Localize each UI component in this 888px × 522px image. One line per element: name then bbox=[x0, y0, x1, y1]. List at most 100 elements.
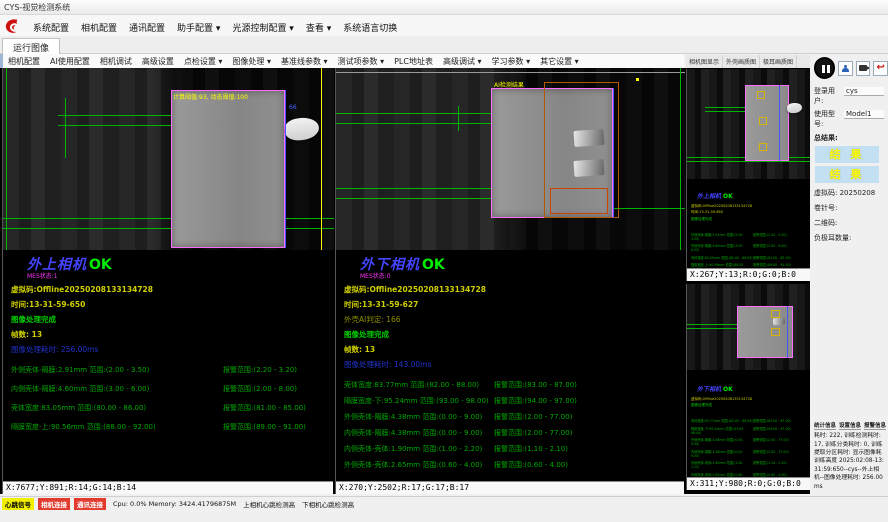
result-box-lower: 结 果 bbox=[815, 166, 879, 183]
toolbar-item[interactable]: 其它设置 ▾ bbox=[535, 55, 584, 68]
toolbar-item[interactable]: 相机配置 bbox=[3, 55, 45, 68]
alarm-range: 报警范围:(81.00 - 85.00) bbox=[753, 255, 791, 260]
measurement-list: 壳体宽度:83.77mm 范围:(82.00 - 88.00) 报警范围:(83… bbox=[344, 380, 682, 470]
alarm-range: 报警范围:(89.00 - 91.00) bbox=[223, 422, 306, 432]
electrode-tab bbox=[573, 159, 604, 177]
alarm-range: 报警范围:(2.00 - 77.00) bbox=[494, 412, 572, 422]
coordinate-readout-lower: X:270;Y:2502;R:17;G:17;B:17 bbox=[336, 481, 684, 494]
green-guide-line bbox=[458, 106, 459, 131]
menu-item[interactable]: 系统语言切换 bbox=[337, 22, 403, 36]
comm-link-badge: 通讯连接 bbox=[74, 498, 106, 510]
tab-strip: 运行图像 bbox=[0, 36, 888, 54]
measurement-list: 外侧壳体-隔膜:2.91mm 范围:(2.00 - 3.50) 报警范围:(2.… bbox=[11, 365, 331, 432]
measurement-row: 壳体宽度:83.77mm 范围:(82.00 - 88.00) 报警范围:(83… bbox=[344, 380, 682, 390]
yellow-dot-marker bbox=[636, 78, 639, 81]
measurement-row: 内侧壳体-隔膜:4.38mm 范围:(0.00 - 9.00) 报警范围:(2.… bbox=[344, 428, 682, 438]
exit-button[interactable]: ↩ bbox=[873, 61, 888, 76]
alarm-range: 报警范围:(2.00 - 77.00) bbox=[753, 437, 789, 446]
camera-image-lower[interactable]: AI检测结果 bbox=[336, 68, 685, 250]
measurement-row: 壳体宽度:83.05mm 范围:(80.00 - 86.00) 报警范围:(81… bbox=[11, 403, 331, 413]
green-guide-line bbox=[336, 198, 491, 199]
green-guide-line bbox=[687, 161, 810, 162]
window-title: CYS-视觉检测系统 bbox=[4, 3, 70, 12]
menu-item[interactable]: 通讯配置 bbox=[123, 22, 171, 36]
login-user-field: 登录用户: cys bbox=[814, 86, 888, 106]
measurement-row: 隔膜宽度-下:95.24mm 范围:(93.00 - 98.00) 报警范围:(… bbox=[691, 426, 808, 435]
camera-panel-upper: 计算阈值:93, 动态阈值:100 66 外上相机OK MES状态:1 虚拟码:… bbox=[2, 68, 333, 494]
blue-measure-line bbox=[613, 88, 614, 218]
needle-number-label: 卷针号: bbox=[814, 203, 888, 213]
alarm-range: 报警范围:(83.00 - 87.00) bbox=[494, 380, 577, 390]
menu-item[interactable]: 光源控制配置 ▾ bbox=[226, 22, 299, 36]
menu-items: 系统配置相机配置通讯配置助手配置 ▾光源控制配置 ▾查看 ▾系统语言切换 bbox=[27, 16, 403, 35]
tab-run-image[interactable]: 运行图像 bbox=[2, 38, 60, 54]
user-icon bbox=[842, 65, 849, 72]
alarm-range: 报警范围:(2.00 - 8.00) bbox=[223, 384, 297, 394]
green-guide-line bbox=[705, 107, 745, 108]
measurement-row: 内侧壳体-隔膜:4.38mm 范围:(0.00 - 9.00) 报警范围:(2.… bbox=[691, 449, 808, 458]
user-button[interactable] bbox=[838, 61, 853, 76]
coordinate-readout-upper: X:7677;Y:891;R:14;G:14;B:14 bbox=[3, 481, 333, 494]
info-tab[interactable]: 报警信息 bbox=[864, 421, 886, 430]
result-box-upper: 结 果 bbox=[815, 146, 879, 163]
toolbar-item[interactable]: 点检设置 ▾ bbox=[179, 55, 228, 68]
menu-item[interactable]: 查看 ▾ bbox=[300, 22, 337, 36]
thumbnail-tab[interactable]: 极耳画质图 bbox=[760, 55, 797, 68]
camera-link-badge: 相机连接 bbox=[38, 498, 70, 510]
capture-time: 时间:13-31-59-650 bbox=[691, 210, 808, 215]
camera-image-upper[interactable]: 计算阈值:93, 动态阈值:100 66 bbox=[3, 68, 334, 250]
model-value[interactable]: Model1 bbox=[844, 110, 884, 119]
frame-count: 帧数: 13 bbox=[344, 344, 682, 355]
measurement-row: 壳体宽度:83.05mm 范围:(80.00 - 86.00) 报警范围:(81… bbox=[691, 255, 808, 260]
status-bar: 心跳信号 相机连接 通讯连接 Cpu: 0.0% Memory: 3424.41… bbox=[0, 496, 888, 510]
toolbar-item[interactable]: 高级调试 ▾ bbox=[438, 55, 487, 68]
info-tab[interactable]: 统计信息 bbox=[814, 421, 836, 430]
process-done: 图像处理完成 bbox=[691, 403, 808, 408]
alarm-range: 报警范围:(83.00 - 87.00) bbox=[753, 418, 791, 423]
measurement-value: 外侧壳体-隔膜:2.91mm 范围:(2.00 - 3.50) bbox=[691, 232, 753, 241]
toolbar-item[interactable]: 测试项参数 ▾ bbox=[333, 55, 390, 68]
toolbar-item[interactable]: 基准线参数 ▾ bbox=[276, 55, 333, 68]
yellow-reference-line bbox=[321, 68, 322, 250]
camera-result-text-upper: 外上相机OK MES状态:1 虚拟码:Offline20250208133134… bbox=[11, 254, 331, 432]
toolbar-item[interactable]: 相机调试 bbox=[95, 55, 137, 68]
right-sidebar: ↩ 登录用户: cys 使用型号: Model1 总结果: 结 果 结 果 虚拟… bbox=[812, 55, 888, 493]
measurement-value: 内侧壳体-壳体:1.90mm 范围:(1.00 - 2.20) bbox=[344, 444, 494, 454]
green-guide-line bbox=[58, 125, 172, 126]
green-guide-line bbox=[65, 98, 66, 158]
threshold-annotation: 计算阈值:93, 动态阈值:100 bbox=[173, 92, 248, 101]
toolbar-item[interactable]: 高级设置 bbox=[137, 55, 179, 68]
toolbar-item[interactable]: 图像处理 ▾ bbox=[227, 55, 276, 68]
measurement-value: 外侧壳体-隔膜:2.91mm 范围:(2.00 - 3.50) bbox=[11, 365, 223, 375]
thumbnail-image bbox=[687, 284, 810, 370]
frame-count: 帧数: 13 bbox=[11, 329, 331, 340]
pause-button[interactable] bbox=[814, 57, 835, 79]
thumbnail-tab[interactable]: 外壳画质图 bbox=[723, 55, 760, 68]
virtual-code: 虚拟码:Offline20250208133134728 bbox=[344, 284, 682, 295]
camera-settings-button[interactable] bbox=[856, 61, 871, 76]
info-tab[interactable]: 设置信息 bbox=[839, 421, 861, 430]
menu-item[interactable]: 系统配置 bbox=[27, 22, 75, 36]
measurement-row: 外侧壳体-隔膜:2.91mm 范围:(2.00 - 3.50) 报警范围:(2.… bbox=[691, 232, 808, 241]
measurement-row: 内侧壳体-壳体:1.90mm 范围:(1.00 - 2.20) 报警范围:(1.… bbox=[691, 460, 808, 469]
pause-icon bbox=[822, 65, 825, 73]
thumbnail-tab[interactable]: 相机图显示 bbox=[686, 55, 723, 68]
virtual-code: 虚拟码:Offline20250208133134728 bbox=[11, 284, 331, 295]
toolbar-item[interactable]: 学习参数 ▾ bbox=[487, 55, 536, 68]
alarm-range: 报警范围:(2.00 - 77.00) bbox=[494, 428, 572, 438]
cpu-memory-readout: Cpu: 0.0% Memory: 3424.41796875M bbox=[113, 500, 236, 508]
measurement-row: 外侧壳体-壳体:2.65mm 范围:(0.60 - 4.00) 报警范围:(0.… bbox=[344, 460, 682, 470]
coordinate-readout-thumb-lower: X:311;Y:980;R:0;G:0;B:0 bbox=[687, 477, 810, 490]
measurement-value: 内侧壳体-隔膜:4.60mm 范围:(3.00 - 6.00) bbox=[11, 384, 223, 394]
menu-item[interactable]: 助手配置 ▾ bbox=[171, 22, 226, 36]
coordinate-readout-thumb-upper: X:267;Y:13;R:0;G:0;B:0 bbox=[687, 268, 810, 281]
toolbar-item[interactable]: AI使用配置 bbox=[45, 55, 95, 68]
pause-icon bbox=[827, 65, 830, 73]
menu-item[interactable]: 相机配置 bbox=[75, 22, 123, 36]
camera-icon bbox=[859, 65, 867, 71]
toolbar-item[interactable]: PLC地址表 bbox=[389, 55, 438, 68]
thumbnail-view-lower[interactable]: 外下相机OK 虚拟码:Offline20250208133134728 图像处理… bbox=[686, 284, 810, 490]
thumbnail-view-upper[interactable]: 外上相机OK 虚拟码:Offline20250208133134728 时间:1… bbox=[686, 69, 810, 281]
login-user-value[interactable]: cys bbox=[844, 87, 884, 96]
blue-measure-line bbox=[285, 90, 286, 248]
